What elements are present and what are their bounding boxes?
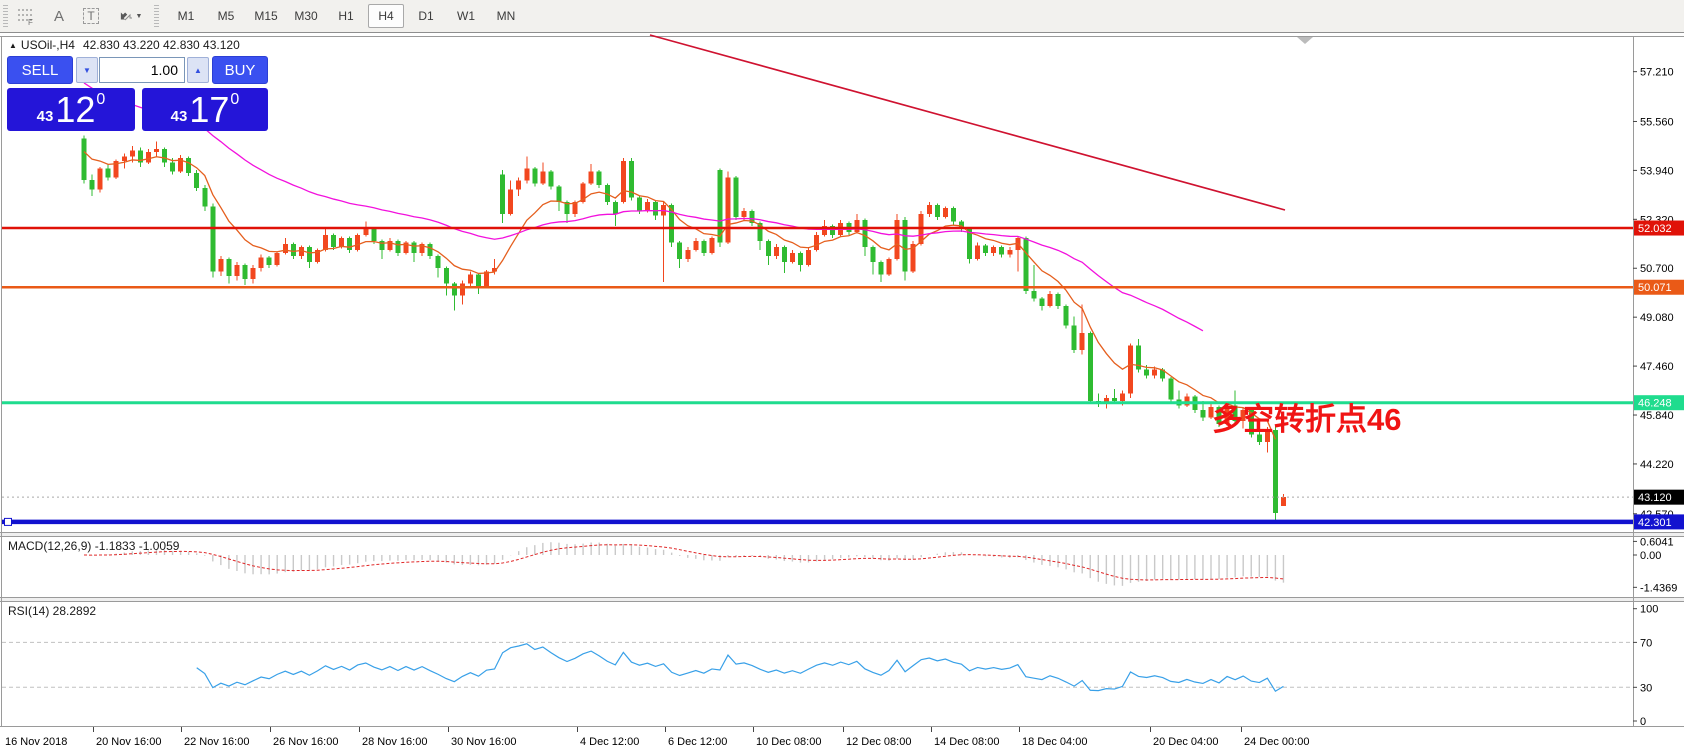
arrow-down-icon: ▼ (83, 66, 91, 75)
svg-text:57.210: 57.210 (1640, 67, 1674, 79)
svg-text:-1.4369: -1.4369 (1640, 582, 1677, 594)
svg-text:45.840: 45.840 (1640, 410, 1674, 422)
svg-text:50.700: 50.700 (1640, 263, 1674, 275)
svg-text:70: 70 (1640, 637, 1652, 649)
svg-text:14 Dec 08:00: 14 Dec 08:00 (934, 736, 999, 748)
pane-borders (0, 33, 1684, 752)
trade-panel-row: SELL ▼ ▲ BUY (7, 56, 268, 84)
rsi-indicator-label: RSI(14) 28.2892 (8, 604, 96, 618)
svg-text:100: 100 (1640, 604, 1658, 616)
svg-text:47.460: 47.460 (1640, 361, 1674, 373)
sell-button[interactable]: SELL (7, 56, 73, 84)
trading-app: F A T ▼ M1M5M15M30H1H4D1W1MN 57.21055.56… (0, 0, 1684, 752)
svg-text:4 Dec 12:00: 4 Dec 12:00 (580, 736, 639, 748)
svg-text:0.00: 0.00 (1640, 550, 1661, 562)
svg-text:52.032: 52.032 (1638, 223, 1672, 235)
svg-text:30 Nov 16:00: 30 Nov 16:00 (451, 736, 516, 748)
svg-text:49.080: 49.080 (1640, 312, 1674, 324)
svg-text:28 Nov 16:00: 28 Nov 16:00 (362, 736, 427, 748)
bid-price-prefix: 43 (37, 108, 54, 125)
svg-text:20 Dec 04:00: 20 Dec 04:00 (1153, 736, 1218, 748)
ask-price-panel[interactable]: 43 17 0 (142, 88, 268, 131)
svg-text:26 Nov 16:00: 26 Nov 16:00 (273, 736, 338, 748)
svg-text:6 Dec 12:00: 6 Dec 12:00 (668, 736, 727, 748)
svg-text:22 Nov 16:00: 22 Nov 16:00 (184, 736, 249, 748)
svg-text:55.560: 55.560 (1640, 116, 1674, 128)
arrow-up-icon: ▲ (194, 66, 202, 75)
ask-price-big-digits: 17 (189, 90, 229, 130)
buy-button[interactable]: BUY (212, 56, 268, 84)
volume-input[interactable] (99, 57, 185, 83)
symbol-direction-icon: ▲ (9, 41, 17, 50)
svg-text:42.301: 42.301 (1638, 517, 1672, 529)
svg-text:16 Nov 2018: 16 Nov 2018 (5, 736, 67, 748)
bid-price-panel[interactable]: 43 12 0 (7, 88, 135, 131)
svg-text:0: 0 (1640, 716, 1646, 728)
volume-decrease-button[interactable]: ▼ (76, 57, 98, 83)
ask-price-pip-digit: 0 (230, 91, 239, 109)
svg-text:46.248: 46.248 (1638, 398, 1672, 410)
bid-price-big-digits: 12 (55, 90, 95, 130)
svg-text:50.071: 50.071 (1638, 282, 1672, 294)
svg-text:10 Dec 08:00: 10 Dec 08:00 (756, 736, 821, 748)
bid-price-pip-digit: 0 (96, 91, 105, 109)
symbol-header: ▲ USOil-,H4 42.830 43.220 42.830 43.120 (9, 38, 240, 52)
svg-text:0.6041: 0.6041 (1640, 536, 1674, 548)
symbol-ohlc-values: 42.830 43.220 42.830 43.120 (83, 38, 240, 52)
symbol-name: USOil-,H4 (21, 38, 75, 52)
svg-text:24 Dec 00:00: 24 Dec 00:00 (1244, 736, 1309, 748)
svg-text:20 Nov 16:00: 20 Nov 16:00 (96, 736, 161, 748)
svg-text:43.120: 43.120 (1638, 492, 1672, 504)
chinese-annotation[interactable]: 多空转折点46 (1212, 394, 1401, 439)
volume-increase-button[interactable]: ▲ (187, 57, 209, 83)
svg-text:53.940: 53.940 (1640, 165, 1674, 177)
svg-text:30: 30 (1640, 682, 1652, 694)
one-click-trade-panel: SELL ▼ ▲ BUY 43 12 0 43 17 0 (7, 56, 268, 131)
ask-price-prefix: 43 (171, 108, 188, 125)
macd-indicator-label: MACD(12,26,9) -1.1833 -1.0059 (8, 539, 179, 553)
svg-text:18 Dec 04:00: 18 Dec 04:00 (1022, 736, 1087, 748)
svg-text:44.220: 44.220 (1640, 459, 1674, 471)
svg-text:12 Dec 08:00: 12 Dec 08:00 (846, 736, 911, 748)
